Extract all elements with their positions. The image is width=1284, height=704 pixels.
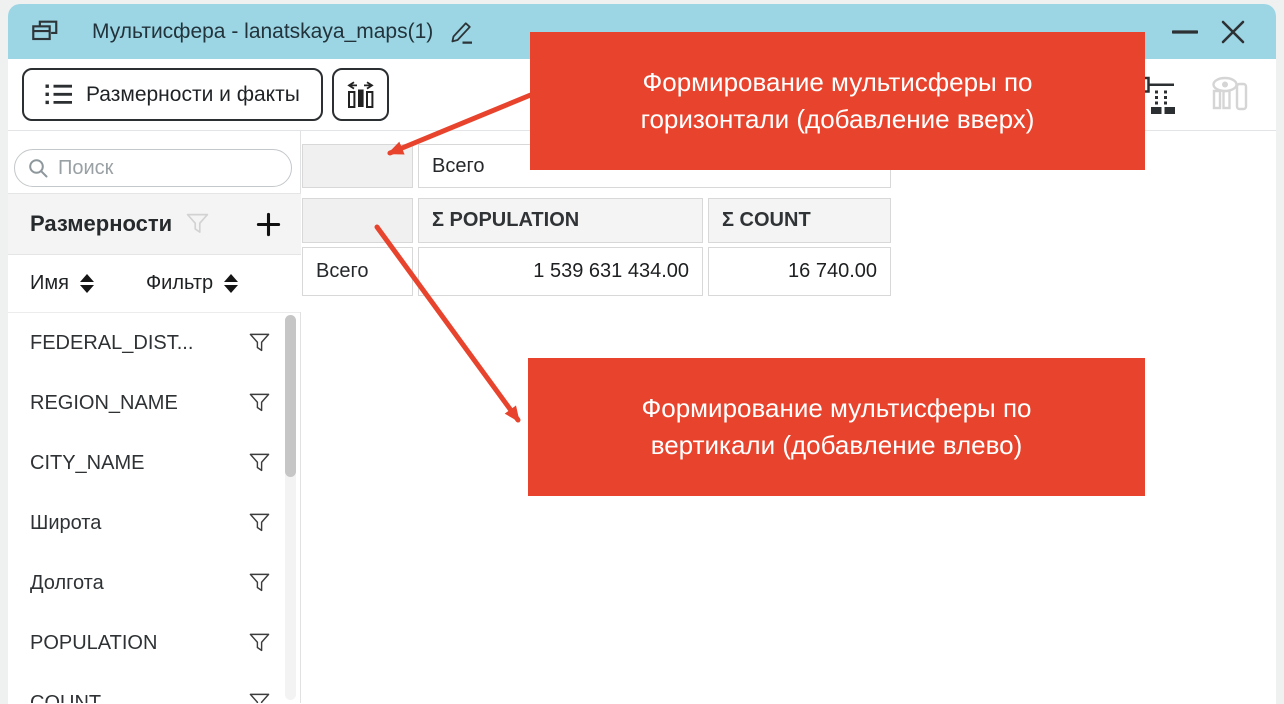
dimension-name: POPULATION <box>30 632 157 655</box>
sort-by-filter[interactable]: Фильтр <box>146 272 238 295</box>
list-item-population[interactable]: POPULATION <box>8 613 300 673</box>
dimension-name: FEDERAL_DIST... <box>30 332 193 355</box>
list-item-federal-dist[interactable]: FEDERAL_DIST... <box>8 313 300 373</box>
list-item-region-name[interactable]: REGION_NAME <box>8 373 300 433</box>
sidebar-scrollbar-track[interactable] <box>285 315 296 700</box>
column-name-label: Имя <box>30 272 69 295</box>
dimension-name: COUNT <box>30 692 101 704</box>
section-filter-icon[interactable] <box>185 212 210 236</box>
add-dimension-button[interactable] <box>256 212 281 237</box>
measures-header-row: Σ POPULATION Σ COUNT <box>302 198 891 243</box>
dimension-name: Долгота <box>30 572 104 595</box>
totals-row: Всего 1 539 631 434.00 16 740.00 <box>302 247 891 296</box>
dimensions-facts-button[interactable]: Размерности и факты <box>22 68 323 121</box>
dimensions-section-title: Размерности <box>30 211 172 237</box>
list-icon <box>45 83 72 106</box>
filter-icon[interactable] <box>248 512 271 534</box>
filter-icon[interactable] <box>248 392 271 414</box>
column-filter-label: Фильтр <box>146 272 213 295</box>
population-total-value[interactable]: 1 539 631 434.00 <box>418 247 703 296</box>
list-columns-header: Имя Фильтр <box>8 255 301 312</box>
list-item-latitude[interactable]: Широта <box>8 493 300 553</box>
vertical-dimension-drop-cell[interactable] <box>302 198 413 243</box>
row-total-header-cell[interactable]: Всего <box>302 247 413 296</box>
edit-pencil-icon[interactable] <box>449 19 475 45</box>
dimension-name: REGION_NAME <box>30 392 178 415</box>
list-item-longitude[interactable]: Долгота <box>8 553 300 613</box>
horizontal-dimension-drop-cell[interactable] <box>302 144 413 188</box>
toolbar-right-group <box>1131 74 1258 115</box>
dimensions-sidebar: Размерности Имя Фильтр <box>8 131 301 703</box>
cascade-windows-icon <box>30 18 60 45</box>
dimensions-facts-label: Размерности и факты <box>86 83 300 107</box>
search-icon <box>28 158 49 179</box>
minimize-icon <box>1172 28 1198 36</box>
measure-population-header[interactable]: Σ POPULATION <box>418 198 703 243</box>
callout-vertical: Формирование мультисферы по вертикали (д… <box>528 358 1145 496</box>
filter-icon[interactable] <box>248 692 271 703</box>
dimensions-section-header: Размерности <box>8 193 301 255</box>
list-item-count[interactable]: COUNT <box>8 673 300 703</box>
window-title: Мультисфера - lanatskaya_maps(1) <box>92 20 433 44</box>
dimension-list: FEDERAL_DIST... REGION_NAME CITY_NAME Ши… <box>8 312 300 703</box>
filter-icon[interactable] <box>248 572 271 594</box>
close-icon <box>1221 20 1245 44</box>
resize-columns-icon <box>345 80 376 109</box>
dimension-name: Широта <box>30 512 101 535</box>
sort-icon <box>224 274 238 293</box>
filter-icon[interactable] <box>248 452 271 474</box>
search-box[interactable] <box>14 149 292 187</box>
dimension-name: CITY_NAME <box>30 452 144 475</box>
filter-icon[interactable] <box>248 632 271 654</box>
callout-horizontal: Формирование мультисферы по горизонтали … <box>530 32 1145 170</box>
measure-count-header[interactable]: Σ COUNT <box>708 198 891 243</box>
sort-icon <box>80 274 94 293</box>
count-total-value[interactable]: 16 740.00 <box>708 247 891 296</box>
sidebar-scrollbar-thumb[interactable] <box>285 315 296 477</box>
sort-by-name[interactable]: Имя <box>30 272 94 295</box>
view-chart-disabled-icon[interactable] <box>1208 76 1250 113</box>
minimize-button[interactable] <box>1168 15 1202 49</box>
list-item-city-name[interactable]: CITY_NAME <box>8 433 300 493</box>
filter-icon[interactable] <box>248 332 271 354</box>
search-input[interactable] <box>58 157 279 180</box>
column-width-button[interactable] <box>332 68 389 121</box>
close-button[interactable] <box>1216 15 1250 49</box>
